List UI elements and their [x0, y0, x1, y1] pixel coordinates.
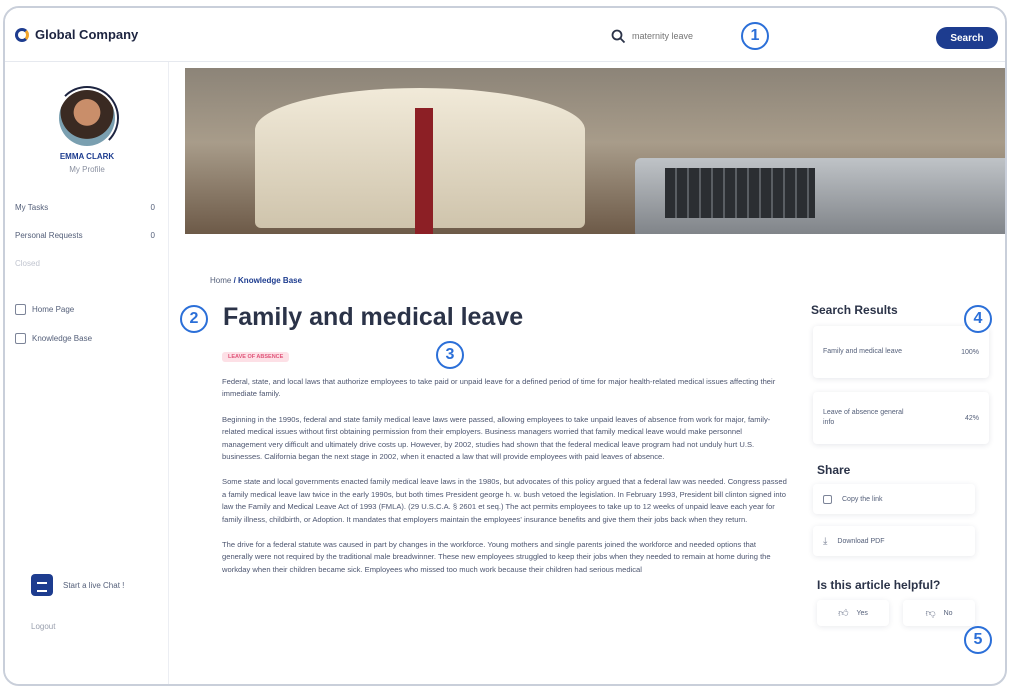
result-label: Family and medical leave [823, 348, 902, 355]
sidebar-item-label: Knowledge Base [32, 334, 93, 343]
sidebar-item-label: Closed [15, 259, 40, 268]
link-icon [823, 494, 832, 504]
live-chat-label: Start a live Chat ! [63, 580, 125, 590]
article-paragraph: Some state and local governments enacted… [222, 477, 787, 524]
logo-icon [15, 27, 29, 42]
sidebar-item-label: My Tasks [15, 203, 49, 212]
sidebar-item-closed[interactable]: Closed [15, 259, 155, 268]
breadcrumb: Home / Knowledge Base [210, 276, 302, 285]
yes-label: Yes [856, 609, 868, 617]
copy-link-button[interactable]: Copy the link [813, 484, 975, 514]
bookmark-ribbon [415, 108, 433, 234]
copy-link-label: Copy the link [842, 495, 883, 503]
profile-name[interactable]: EMMA CLARK [5, 152, 169, 161]
search-button[interactable]: Search [936, 27, 998, 49]
company-name: Global Company [35, 27, 139, 42]
category-badge[interactable]: LEAVE OF ABSENCE [222, 352, 290, 362]
article-paragraph: Beginning in the 1990s, federal and stat… [222, 414, 771, 462]
article-body: Federal, state, and local laws that auth… [222, 376, 788, 589]
yes-button[interactable]: 👍︎ Yes [817, 600, 889, 626]
callout-marker: 1 [741, 22, 769, 50]
company-logo[interactable]: Global Company [15, 27, 138, 42]
search-results-title: Search Results [811, 303, 898, 317]
download-pdf-label: Download PDF [837, 537, 885, 545]
sidebar-item-knowledge-base[interactable]: Knowledge Base [15, 333, 92, 344]
sidebar-item-count: 0 [150, 231, 155, 240]
result-label: Leave of absence general info [823, 409, 904, 426]
app-window: Global Company Search EMMA CLARK My Prof… [3, 6, 1007, 686]
callout-marker: 2 [180, 305, 208, 333]
breadcrumb-home[interactable]: Home [210, 276, 231, 285]
laptop-keyboard [665, 168, 815, 218]
callout-marker: 5 [964, 626, 992, 654]
callout-marker: 4 [964, 305, 992, 333]
article-meta: LEAVE OF ABSENCE [222, 352, 290, 362]
top-bar: Global Company Search [5, 8, 1005, 62]
no-button[interactable]: 👎︎ No [903, 600, 975, 626]
result-score: 42% [964, 414, 979, 422]
sidebar: EMMA CLARK My Profile My Tasks 0 Persona… [5, 62, 169, 684]
page-title: Family and medical leave [223, 303, 524, 331]
sidebar-item-my-tasks[interactable]: My Tasks 0 [15, 203, 155, 212]
thumbs-down-icon: 👎︎ [925, 608, 936, 619]
home-icon [15, 304, 26, 315]
article-paragraph: Federal, state, and local laws that auth… [222, 377, 776, 399]
search-result-card[interactable]: Family and medical leave 100% [813, 326, 989, 378]
download-icon: ⤓ [823, 535, 828, 547]
search-icon [611, 29, 626, 44]
thumbs-up-icon: 👍︎ [838, 608, 849, 619]
article-paragraph: The drive for a federal statute was caus… [222, 540, 771, 574]
live-chat-button[interactable]: Start a live Chat ! [31, 574, 124, 596]
result-score: 100% [961, 348, 979, 356]
callout-marker: 3 [436, 341, 464, 369]
sidebar-item-personal-requests[interactable]: Personal Requests 0 [15, 231, 155, 240]
sidebar-item-count: 0 [150, 203, 155, 212]
logout-link[interactable]: Logout [31, 622, 55, 631]
book-icon [15, 333, 26, 344]
share-title: Share [817, 463, 851, 477]
helpful-title: Is this article helpful? [817, 578, 941, 592]
no-label: No [943, 609, 953, 617]
my-profile-link[interactable]: My Profile [5, 165, 169, 174]
sidebar-item-label: Home Page [32, 305, 75, 314]
sidebar-item-label: Personal Requests [15, 231, 83, 240]
hero-banner-image [185, 68, 1005, 234]
sidebar-item-home-page[interactable]: Home Page [15, 304, 74, 315]
breadcrumb-current: / Knowledge Base [233, 276, 303, 285]
search-input[interactable] [632, 31, 732, 41]
chat-icon [31, 574, 53, 596]
search-result-card[interactable]: Leave of absence general info 42% [813, 392, 989, 444]
download-pdf-button[interactable]: ⤓ Download PDF [813, 526, 975, 556]
avatar[interactable] [59, 90, 115, 146]
